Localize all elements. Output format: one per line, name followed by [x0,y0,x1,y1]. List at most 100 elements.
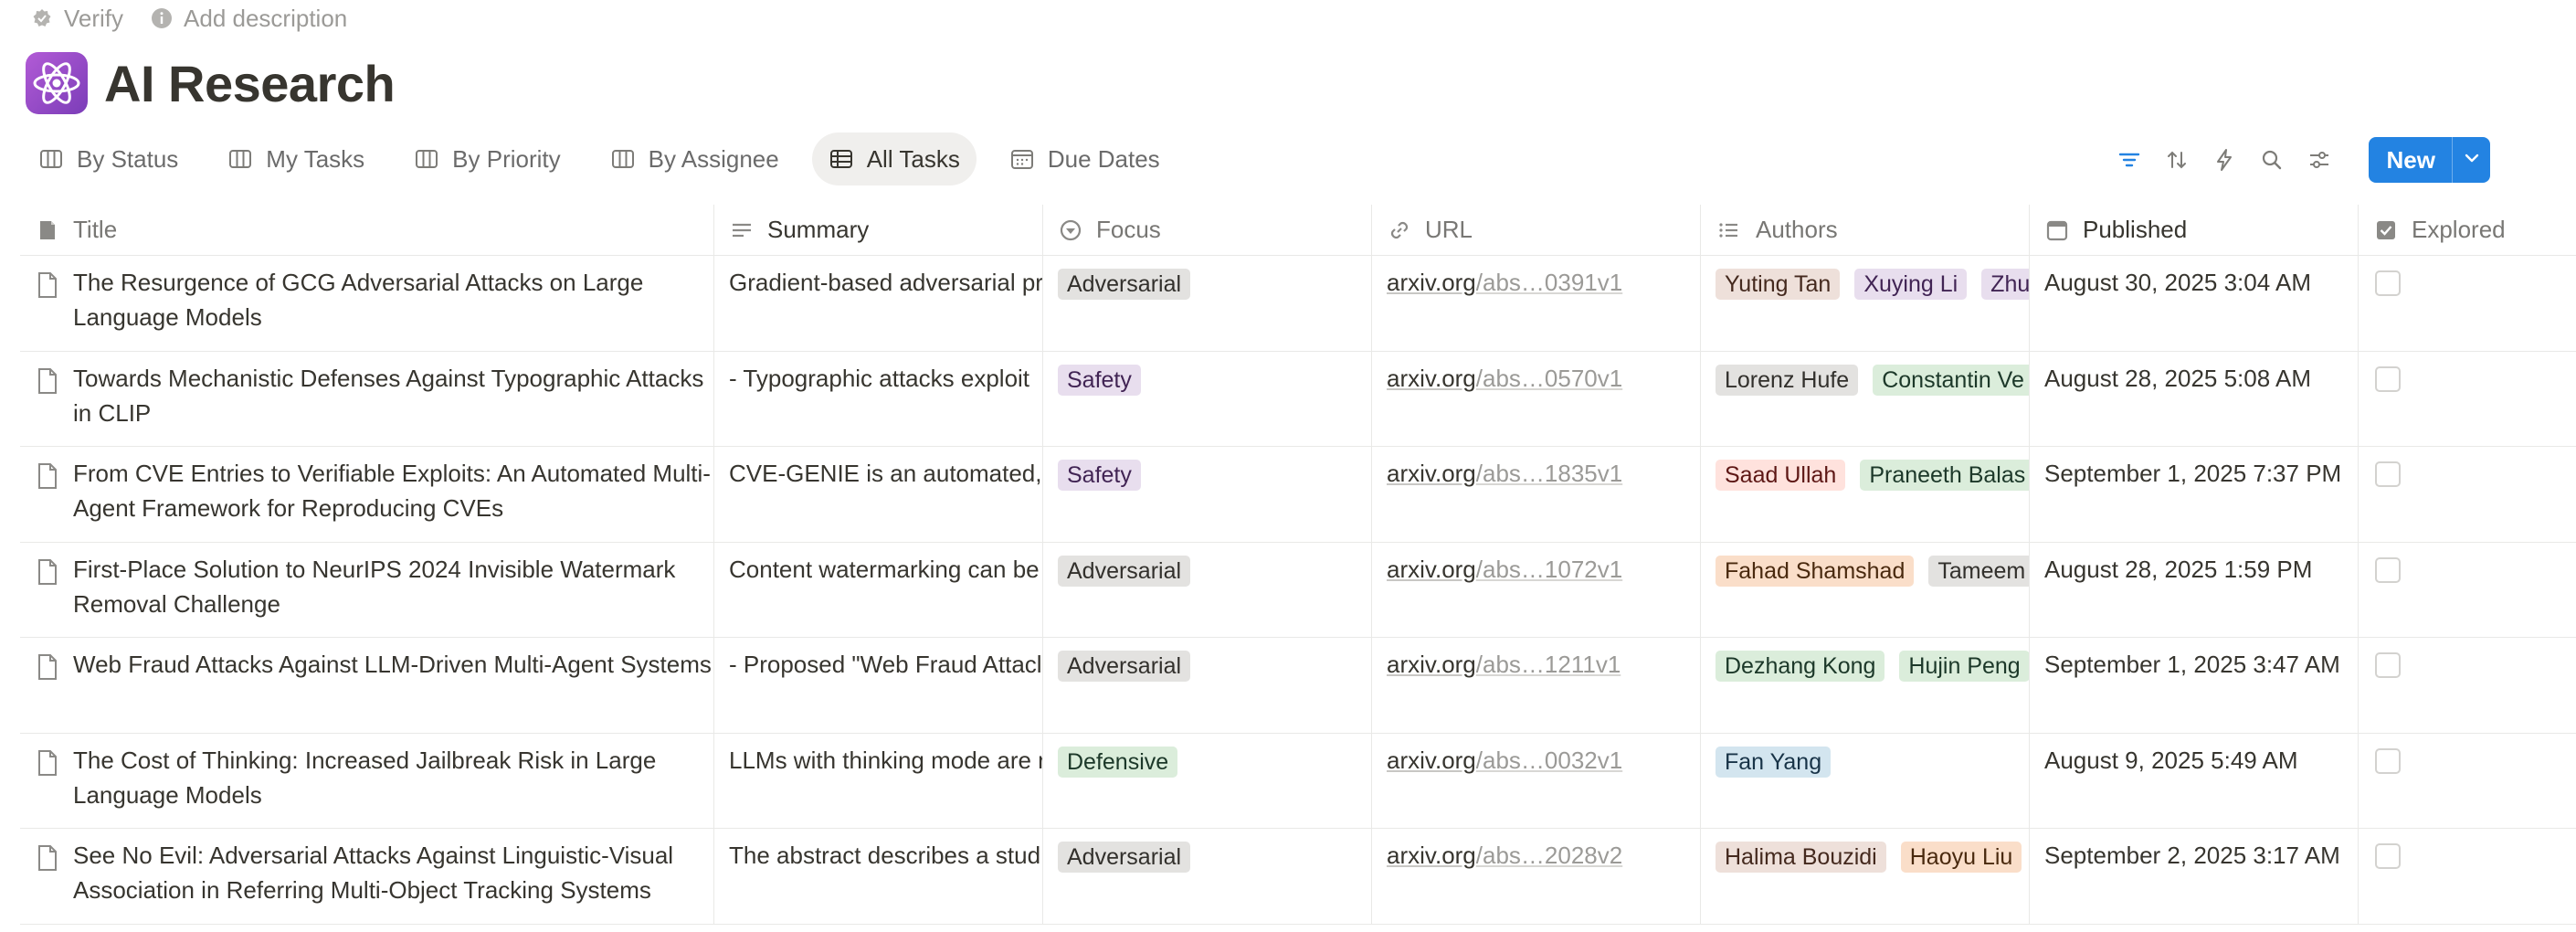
sort-icon[interactable] [2160,143,2193,176]
authors-cell[interactable]: Fan Yang [1701,733,2030,828]
author-tag[interactable]: Yuting Tan [1716,269,1841,300]
author-tag[interactable]: Fahad Shamshad [1716,555,1915,587]
page-title[interactable]: AI Research [104,54,396,113]
column-header-focus[interactable]: Focus [1043,205,1372,255]
row-title[interactable]: From CVE Entries to Verifiable Exploits:… [73,456,713,542]
table-row[interactable]: From CVE Entries to Verifiable Exploits:… [20,447,2576,543]
row-title[interactable]: Web Fraud Attacks Against LLM-Driven Mul… [73,647,712,733]
settings-sliders-icon[interactable] [2303,143,2336,176]
author-tag[interactable]: Hujin Peng [1899,651,2029,682]
authors-cell[interactable]: Dezhang Kong Hujin Peng [1701,638,2030,733]
title-cell[interactable]: From CVE Entries to Verifiable Exploits:… [20,447,714,542]
summary-cell[interactable]: CVE-GENIE is an automated, L [714,447,1043,542]
url-cell[interactable]: arxiv.org/abs…1211v1 [1372,638,1701,733]
url-host[interactable]: arxiv.org [1387,651,1476,678]
author-tag[interactable]: Haoyu Liu [1900,842,2022,873]
automation-bolt-icon[interactable] [2208,143,2241,176]
focus-cell[interactable]: Safety [1043,351,1372,446]
row-title[interactable]: Towards Mechanistic Defenses Against Typ… [73,361,713,447]
published-cell[interactable]: September 2, 2025 3:17 AM [2030,829,2359,924]
published-cell[interactable]: August 9, 2025 5:49 AM [2030,733,2359,828]
column-header-published[interactable]: Published [2030,205,2359,255]
summary-cell[interactable]: Gradient-based adversarial pr [714,256,1043,351]
url-host[interactable]: arxiv.org [1387,842,1476,869]
url-cell[interactable]: arxiv.org/abs…0570v1 [1372,351,1701,446]
published-cell[interactable]: August 30, 2025 3:04 AM [2030,256,2359,351]
url-path[interactable]: /abs…1835v1 [1476,460,1622,487]
row-title[interactable]: See No Evil: Adversarial Attacks Against… [73,838,713,924]
new-dropdown-button[interactable] [2452,137,2490,183]
search-icon[interactable] [2255,143,2288,176]
focus-cell[interactable]: Adversarial [1043,829,1372,924]
new-button[interactable]: New [2369,137,2452,183]
url-cell[interactable]: arxiv.org/abs…0391v1 [1372,256,1701,351]
published-cell[interactable]: September 1, 2025 7:37 PM [2030,447,2359,542]
title-cell[interactable]: Towards Mechanistic Defenses Against Typ… [20,351,714,447]
tab-by-status[interactable]: By Status [22,132,195,185]
table-row[interactable]: The Cost of Thinking: Increased Jailbrea… [20,733,2576,829]
url-path[interactable]: /abs…1072v1 [1476,556,1622,583]
summary-cell[interactable]: LLMs with thinking mode are r [714,733,1043,828]
explored-checkbox[interactable] [2375,556,2401,583]
author-tag[interactable]: Tameem [1928,555,2029,587]
summary-cell[interactable]: Content watermarking can be [714,542,1043,637]
title-cell[interactable]: First-Place Solution to NeurIPS 2024 Inv… [20,542,714,637]
authors-cell[interactable]: Saad Ullah Praneeth Balas [1701,447,2030,542]
url-path[interactable]: /abs…2028v2 [1476,842,1622,869]
url-host[interactable]: arxiv.org [1387,556,1476,583]
author-tag[interactable]: Saad Ullah [1716,460,1846,491]
title-cell[interactable]: The Cost of Thinking: Increased Jailbrea… [20,733,714,829]
focus-cell[interactable]: Adversarial [1043,256,1372,351]
author-tag[interactable]: Fan Yang [1716,746,1832,778]
column-header-explored[interactable]: Explored [2359,205,2576,255]
row-title[interactable]: The Cost of Thinking: Increased Jailbrea… [73,743,713,829]
url-path[interactable]: /abs…0570v1 [1476,365,1622,392]
column-header-authors[interactable]: Authors [1701,205,2030,255]
table-row[interactable]: See No Evil: Adversarial Attacks Against… [20,829,2576,925]
author-tag[interactable]: Zhu [1981,269,2029,300]
published-cell[interactable]: August 28, 2025 5:08 AM [2030,351,2359,446]
authors-cell[interactable]: Halima Bouzidi Haoyu Liu [1701,829,2030,924]
tab-my-tasks[interactable]: My Tasks [211,132,381,185]
explored-checkbox[interactable] [2375,747,2401,774]
author-tag[interactable]: Constantin Ve [1873,364,2029,396]
table-row[interactable]: The Resurgence of GCG Adversarial Attack… [20,256,2576,352]
focus-cell[interactable]: Safety [1043,447,1372,542]
summary-cell[interactable]: - Typographic attacks exploit [714,351,1043,446]
published-cell[interactable]: September 1, 2025 3:47 AM [2030,638,2359,733]
tab-due-dates[interactable]: Due Dates [993,132,1177,185]
url-path[interactable]: /abs…0391v1 [1476,269,1622,296]
tab-by-priority[interactable]: By Priority [397,132,576,185]
table-row[interactable]: Web Fraud Attacks Against LLM-Driven Mul… [20,638,2576,734]
author-tag[interactable]: Dezhang Kong [1716,651,1885,682]
author-tag[interactable]: Lorenz Hufe [1716,364,1859,396]
explored-checkbox[interactable] [2375,843,2401,869]
url-cell[interactable]: arxiv.org/abs…1072v1 [1372,542,1701,637]
focus-cell[interactable]: Defensive [1043,733,1372,828]
title-cell[interactable]: Web Fraud Attacks Against LLM-Driven Mul… [20,638,714,733]
authors-cell[interactable]: Fahad Shamshad Tameem [1701,542,2030,637]
table-row[interactable]: First-Place Solution to NeurIPS 2024 Inv… [20,542,2576,638]
author-tag[interactable]: Halima Bouzidi [1716,842,1886,873]
url-host[interactable]: arxiv.org [1387,747,1476,774]
author-tag[interactable]: Xuying Li [1854,269,1968,300]
explored-checkbox[interactable] [2375,652,2401,678]
column-header-url[interactable]: URL [1372,205,1701,255]
atom-icon[interactable] [26,52,88,114]
explored-checkbox[interactable] [2375,365,2401,392]
url-cell[interactable]: arxiv.org/abs…2028v2 [1372,829,1701,924]
url-cell[interactable]: arxiv.org/abs…0032v1 [1372,733,1701,828]
published-cell[interactable]: August 28, 2025 1:59 PM [2030,542,2359,637]
explored-checkbox[interactable] [2375,270,2401,296]
tab-all-tasks[interactable]: All Tasks [811,132,977,185]
url-host[interactable]: arxiv.org [1387,365,1476,392]
authors-cell[interactable]: Yuting Tan Xuying Li Zhu [1701,256,2030,351]
row-title[interactable]: The Resurgence of GCG Adversarial Attack… [73,265,713,351]
verify-button[interactable]: Verify [31,5,123,33]
author-tag[interactable]: Praneeth Balas [1860,460,2029,491]
column-header-summary[interactable]: Summary [714,205,1043,255]
table-row[interactable]: Towards Mechanistic Defenses Against Typ… [20,351,2576,447]
title-cell[interactable]: See No Evil: Adversarial Attacks Against… [20,829,714,924]
url-host[interactable]: arxiv.org [1387,460,1476,487]
url-host[interactable]: arxiv.org [1387,269,1476,296]
